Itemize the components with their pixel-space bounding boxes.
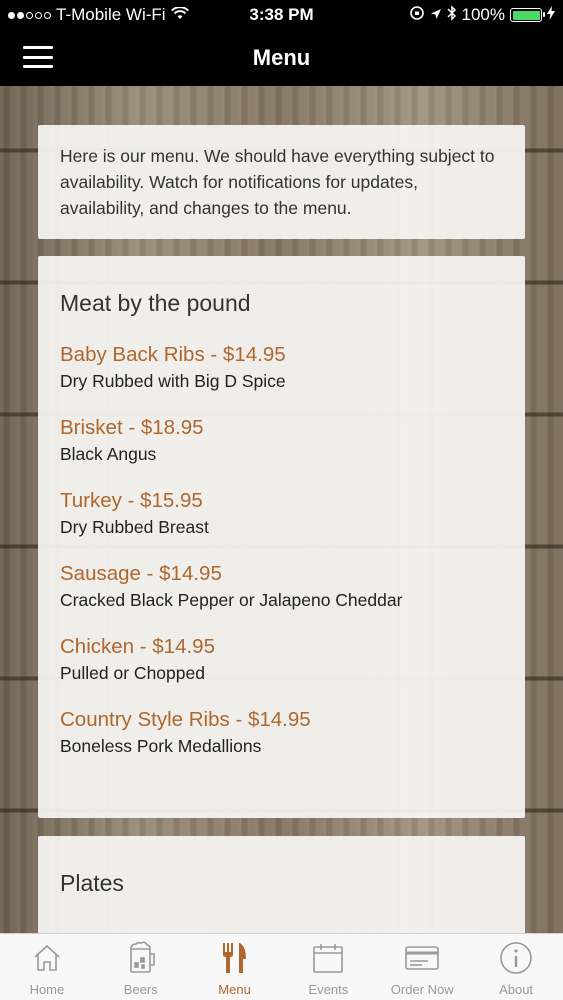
intro-card: Here is our menu. We should have everyth… — [38, 125, 525, 239]
menu-item-name: Sausage - $14.95 — [60, 562, 222, 585]
tab-about[interactable]: About — [469, 934, 563, 1000]
menu-item: Turkey - $15.95 Dry Rubbed Breast — [60, 487, 503, 539]
carrier-label: T-Mobile Wi-Fi — [56, 5, 166, 24]
menu-item-description: Pulled or Chopped — [60, 663, 205, 683]
menu-item-name: Baby Back Ribs - $14.95 — [60, 343, 286, 366]
cellular-signal-icon — [8, 11, 51, 19]
beer-mug-icon — [126, 938, 156, 978]
menu-content[interactable]: Here is our menu. We should have everyth… — [0, 86, 563, 933]
tab-home[interactable]: Home — [0, 934, 94, 1000]
hamburger-menu-icon[interactable] — [23, 46, 53, 68]
menu-item-name: Country Style Ribs - $14.95 — [60, 708, 311, 731]
tab-label: Order Now — [390, 982, 454, 997]
tab-order-now[interactable]: Order Now — [375, 934, 469, 1000]
location-arrow-icon — [430, 5, 442, 25]
nav-bar: Menu — [0, 30, 563, 86]
orientation-lock-icon — [409, 5, 425, 26]
menu-item-description: Dry Rubbed Breast — [60, 517, 209, 537]
home-icon — [32, 938, 62, 978]
section-card-meat: Meat by the pound Baby Back Ribs - $14.9… — [38, 256, 525, 818]
tab-label: About — [499, 982, 534, 997]
menu-item-description: Cracked Black Pepper or Jalapeno Cheddar — [60, 590, 403, 610]
section-card-plates: Plates — [38, 836, 525, 933]
menu-item-name: Turkey - $15.95 — [60, 489, 203, 512]
tab-events[interactable]: Events — [281, 934, 375, 1000]
tab-beers[interactable]: Beers — [94, 934, 188, 1000]
menu-item-name: Brisket - $18.95 — [60, 416, 204, 439]
battery-icon — [510, 8, 545, 22]
info-icon — [499, 938, 533, 978]
menu-item: Country Style Ribs - $14.95 Boneless Por… — [60, 706, 503, 758]
tab-bar: Home Beers Menu Events Order Now About — [0, 933, 563, 1000]
menu-item: Sausage - $14.95 Cracked Black Pepper or… — [60, 560, 503, 612]
tab-menu[interactable]: Menu — [188, 934, 282, 1000]
section-title: Meat by the pound — [60, 290, 251, 316]
tab-label: Beers — [123, 982, 158, 997]
menu-item-description: Dry Rubbed with Big D Spice — [60, 371, 286, 391]
fork-knife-icon — [221, 938, 249, 978]
intro-text: Here is our menu. We should have everyth… — [60, 146, 495, 218]
battery-percent: 100% — [461, 5, 505, 24]
tab-label: Menu — [218, 982, 251, 997]
tab-label: Events — [308, 982, 349, 997]
menu-item: Chicken - $14.95 Pulled or Chopped — [60, 633, 503, 685]
section-title: Plates — [60, 870, 124, 896]
calendar-icon — [312, 938, 344, 978]
page-title: Menu — [252, 45, 311, 70]
wifi-icon — [170, 5, 189, 25]
credit-card-icon — [404, 938, 440, 978]
menu-item-description: Boneless Pork Medallions — [60, 736, 262, 756]
menu-item-description: Black Angus — [60, 444, 157, 464]
status-bar: T-Mobile Wi-Fi 3:38 PM 100% — [0, 0, 563, 30]
tab-label: Home — [29, 982, 65, 997]
menu-item: Brisket - $18.95 Black Angus — [60, 414, 503, 466]
charging-icon — [547, 5, 555, 25]
bluetooth-icon — [446, 4, 457, 26]
menu-item: Baby Back Ribs - $14.95 Dry Rubbed with … — [60, 341, 503, 393]
menu-item-name: Chicken - $14.95 — [60, 635, 215, 658]
